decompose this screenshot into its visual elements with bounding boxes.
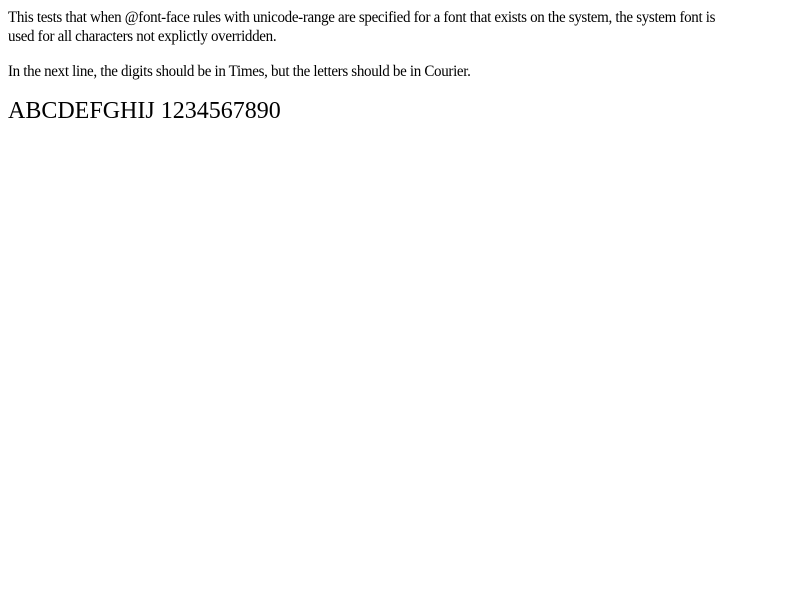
- sample-digits: 1234567890: [160, 98, 281, 124]
- intro-paragraph: This tests that when @font-face rules wi…: [8, 9, 716, 45]
- sample-letters: ABCDEFGHIJ: [8, 98, 155, 124]
- instruction-paragraph: In the next line, the digits should be i…: [8, 63, 471, 80]
- font-sample-line: ABCDEFGHIJ 1234567890: [8, 96, 281, 126]
- test-page: This tests that when @font-face rules wi…: [0, 0, 800, 600]
